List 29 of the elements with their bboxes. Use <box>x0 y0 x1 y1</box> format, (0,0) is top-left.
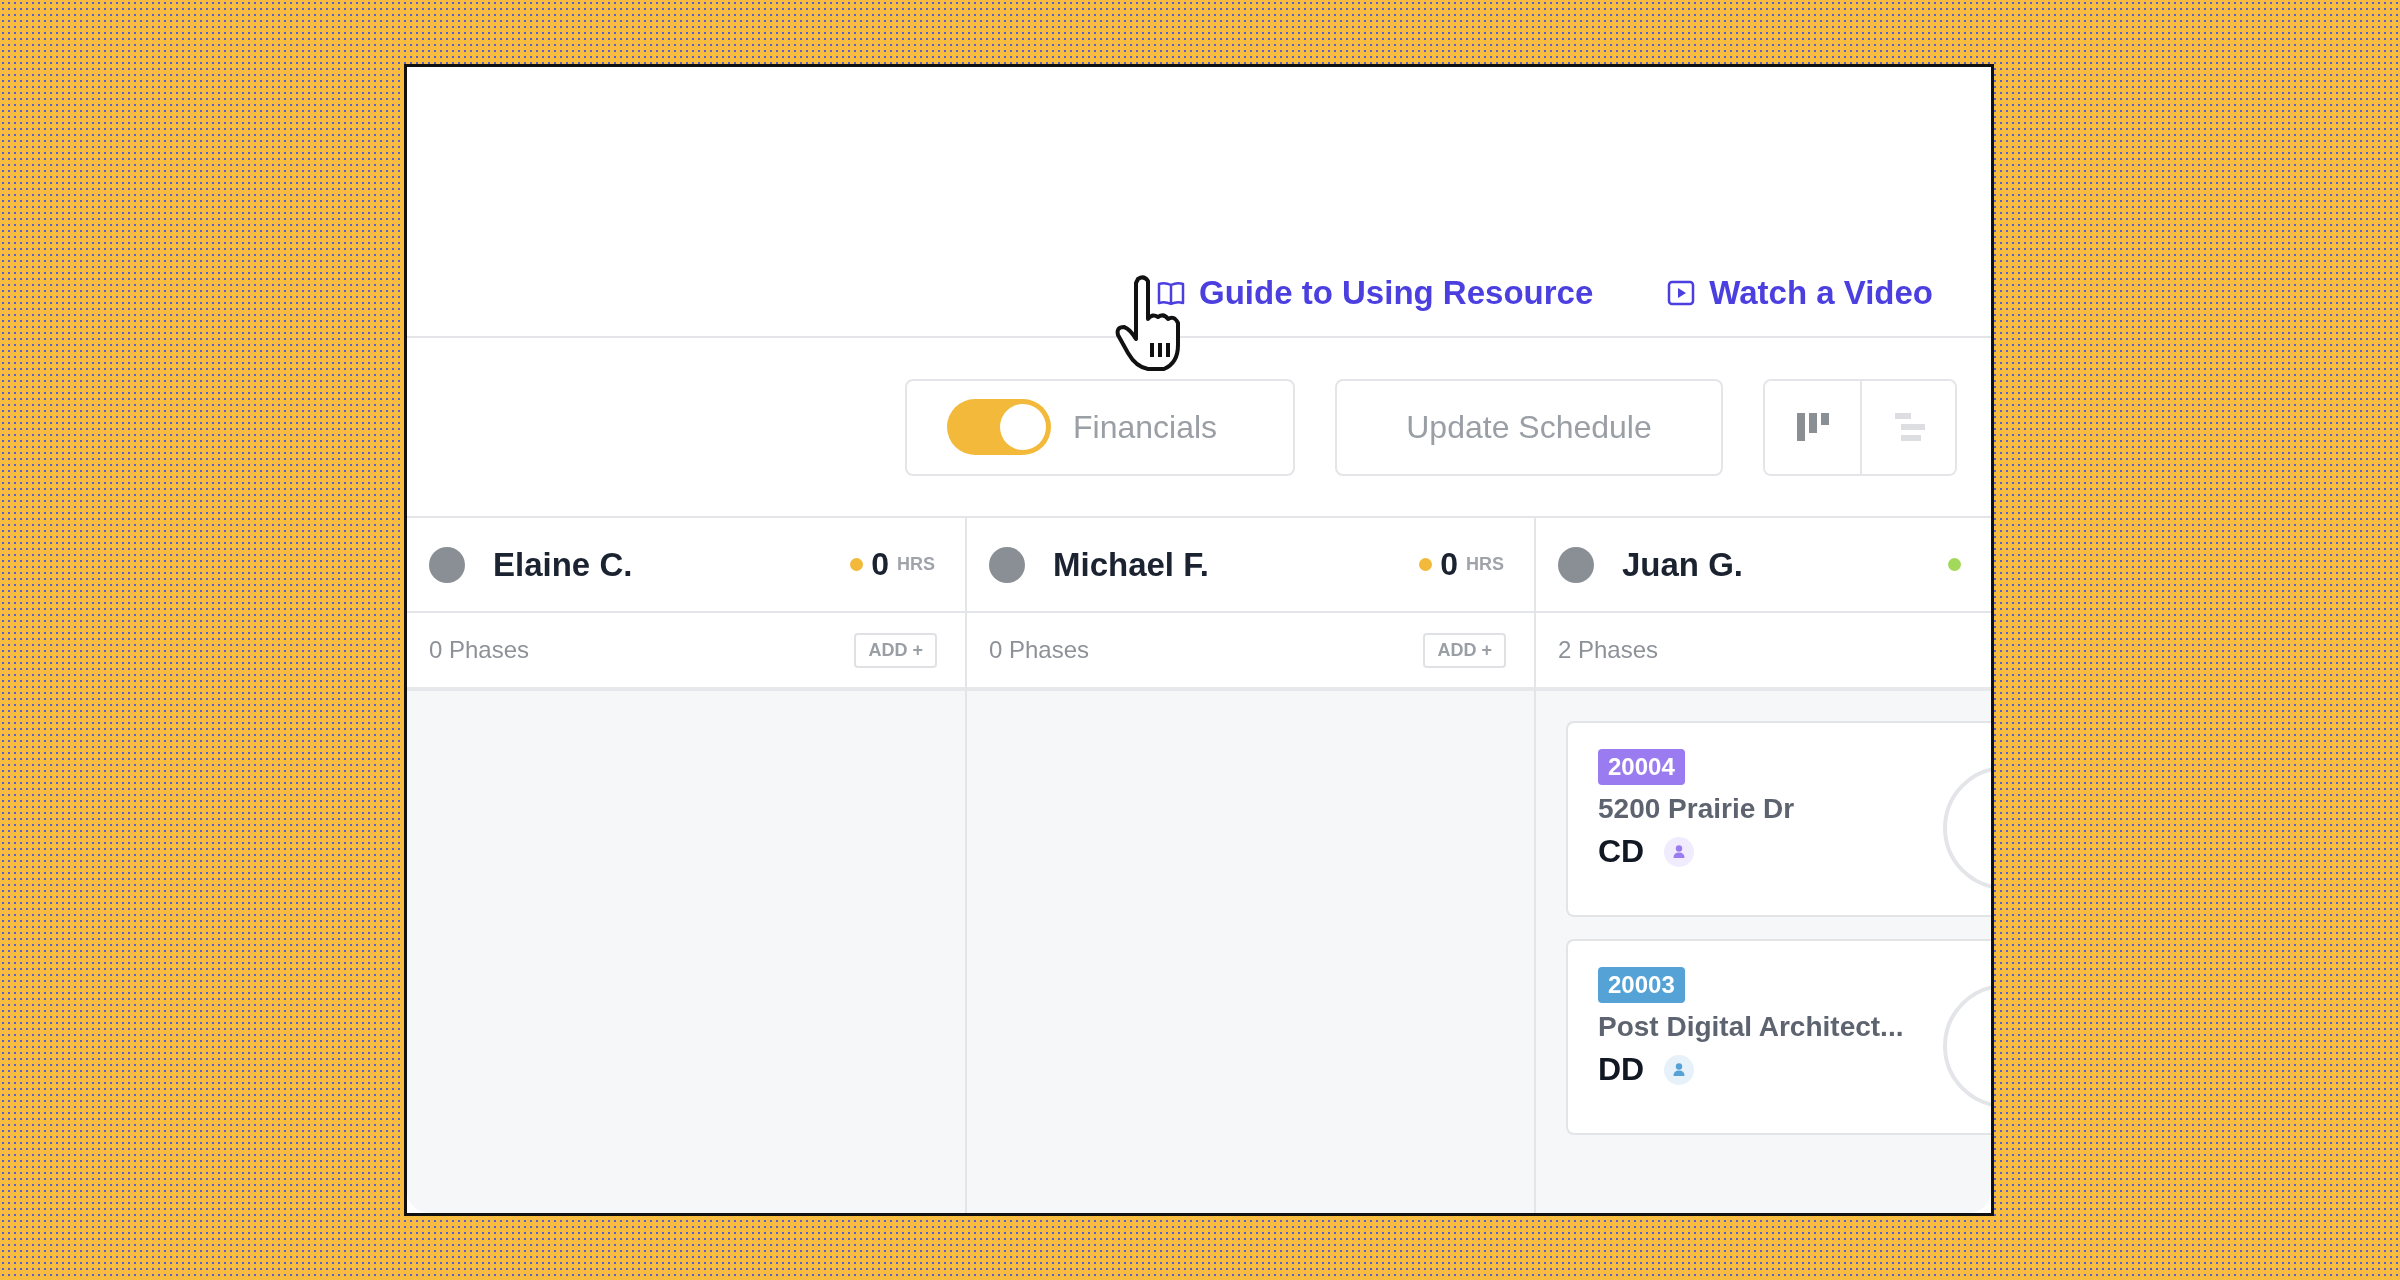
person-name: Elaine C. <box>493 545 633 584</box>
person-icon <box>1664 1054 1695 1085</box>
person-name: Michael F. <box>1053 545 1209 584</box>
hours-value: 0 <box>1440 546 1458 583</box>
phase-label: DD <box>1598 1051 1645 1088</box>
phase-count: 2 Phases <box>1558 636 1659 664</box>
project-code: 20004 <box>1598 749 1685 785</box>
project-card[interactable]: 20003 Post Digital Architect... DD <box>1566 939 1991 1135</box>
avatar <box>1558 546 1594 583</box>
guide-link[interactable]: Guide to Using Resource <box>1157 274 1594 312</box>
video-link[interactable]: Watch a Video <box>1667 274 1933 312</box>
toggle-switch[interactable] <box>947 399 1051 455</box>
hours-unit: HRS <box>1466 554 1504 575</box>
play-icon <box>1667 279 1696 307</box>
phase-count: 0 Phases <box>989 636 1090 664</box>
project-title: 5200 Prairie Dr <box>1598 793 1796 825</box>
person-name: Juan G. <box>1622 545 1744 584</box>
book-icon <box>1157 279 1186 307</box>
avatar <box>989 546 1025 583</box>
person-icon <box>1664 836 1695 867</box>
phase-count: 0 Phases <box>429 636 530 664</box>
gantt-view-button[interactable] <box>1860 380 1955 474</box>
hours-unit: HRS <box>897 554 935 575</box>
phase-label: CD <box>1598 833 1645 870</box>
project-code: 20003 <box>1598 967 1685 1003</box>
project-card[interactable]: 20004 5200 Prairie Dr CD <box>1566 721 1991 917</box>
avatar <box>429 546 465 583</box>
project-title: Post Digital Architect... <box>1598 1011 1905 1043</box>
hours-value: 0 <box>871 546 889 583</box>
